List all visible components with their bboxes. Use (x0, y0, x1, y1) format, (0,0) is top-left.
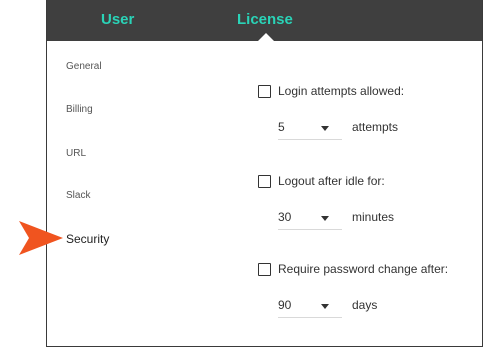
logout-idle-unit: minutes (352, 210, 395, 224)
nav-item-url[interactable]: URL (66, 148, 86, 159)
password-change-label: Require password change after: (278, 262, 449, 276)
tab-user[interactable]: User (101, 11, 134, 28)
tab-license[interactable]: License (237, 11, 293, 28)
active-tab-indicator (258, 33, 274, 41)
nav-item-billing[interactable]: Billing (66, 104, 93, 115)
password-change-checkbox[interactable] (258, 262, 271, 276)
nav-item-slack[interactable]: Slack (66, 190, 90, 201)
nav-item-security[interactable]: Security (66, 232, 109, 246)
logout-idle-checkbox[interactable] (258, 174, 271, 188)
pointer-arrow-notch (19, 221, 29, 255)
password-change-unit: days (352, 298, 378, 312)
tab-bar: User License (47, 0, 482, 41)
password-change-select[interactable]: 90 (278, 295, 342, 318)
logout-idle-label: Logout after idle for: (278, 174, 385, 188)
settings-panel: User License General Billing URL Slack S… (46, 0, 483, 347)
login-attempts-toggle[interactable]: Login attempts allowed: (258, 84, 404, 98)
logout-idle-select[interactable]: 30 (278, 207, 342, 230)
login-attempts-label: Login attempts allowed: (278, 84, 405, 98)
logout-idle-toggle[interactable]: Logout after idle for: (258, 174, 385, 188)
caret-down-icon (321, 304, 329, 309)
caret-down-icon (321, 216, 329, 221)
password-change-value: 90 (278, 298, 292, 312)
login-attempts-unit: attempts (352, 120, 399, 134)
nav-item-general[interactable]: General (66, 61, 102, 72)
password-change-toggle[interactable]: Require password change after: (258, 262, 448, 276)
caret-down-icon (321, 126, 329, 131)
login-attempts-select[interactable]: 5 (278, 117, 342, 140)
login-attempts-checkbox[interactable] (258, 84, 271, 98)
login-attempts-value: 5 (278, 120, 285, 134)
logout-idle-value: 30 (278, 210, 292, 224)
